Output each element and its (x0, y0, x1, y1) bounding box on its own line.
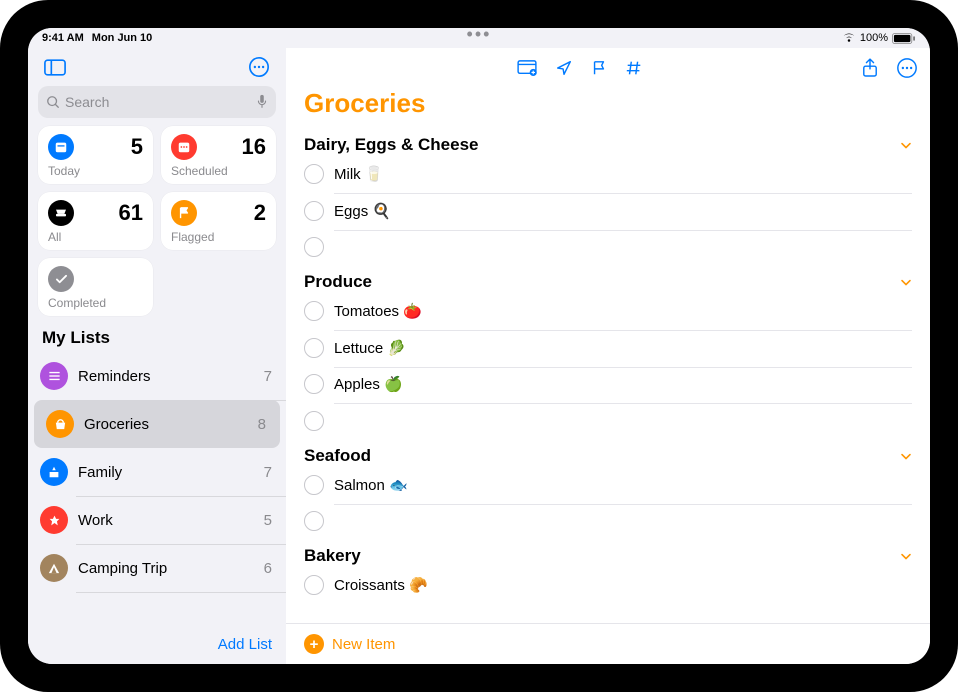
chevron-down-icon[interactable] (900, 448, 912, 464)
battery-icon (892, 33, 916, 44)
calendar-today-icon (48, 134, 74, 160)
smart-list-scheduled[interactable]: 16 Scheduled (161, 126, 276, 184)
complete-toggle[interactable] (304, 164, 324, 184)
section-title: Seafood (304, 446, 371, 466)
chevron-down-icon[interactable] (900, 274, 912, 290)
list-icon (40, 506, 68, 534)
smart-list-completed[interactable]: Completed (38, 258, 153, 316)
reminder-item[interactable]: Milk 🥛 (304, 157, 912, 191)
status-time: 9:41 AM (42, 32, 84, 44)
list-count: 7 (264, 368, 272, 385)
list-name: Work (78, 512, 254, 529)
complete-toggle[interactable] (304, 237, 324, 257)
reminder-text: Apples 🍏 (334, 375, 403, 393)
flag-icon (171, 200, 197, 226)
complete-toggle[interactable] (304, 201, 324, 221)
sidebar-list-camping-trip[interactable]: Camping Trip 6 (28, 544, 286, 592)
device-frame: 9:41 AM Mon Jun 10 ••• 100% Search (0, 0, 958, 692)
list-name: Family (78, 464, 254, 481)
chevron-down-icon[interactable] (900, 137, 912, 153)
section-title: Bakery (304, 546, 361, 566)
search-placeholder: Search (65, 94, 256, 110)
reminder-text: Eggs 🍳 (334, 202, 391, 220)
complete-toggle[interactable] (304, 511, 324, 531)
share-button[interactable] (862, 58, 878, 78)
reminder-item[interactable]: Tomatoes 🍅 (304, 294, 912, 328)
complete-toggle[interactable] (304, 475, 324, 495)
list-icon (40, 458, 68, 486)
sidebar-list-family[interactable]: Family 7 (28, 448, 286, 496)
sidebar-list-groceries[interactable]: Groceries 8 (34, 400, 280, 448)
more-button[interactable] (244, 54, 274, 80)
new-item-button[interactable]: + New Item (286, 623, 930, 664)
sidebar: Search 5 Today 16 Scheduled (28, 48, 286, 664)
flag-button[interactable] (591, 59, 607, 77)
calendar-icon (171, 134, 197, 160)
complete-toggle[interactable] (304, 374, 324, 394)
template-button[interactable] (517, 60, 537, 76)
reminder-item[interactable]: Eggs 🍳 (304, 194, 912, 228)
main-panel: Groceries Dairy, Eggs & Cheese Milk 🥛 Eg… (286, 48, 930, 664)
tray-icon (48, 200, 74, 226)
section-title: Produce (304, 272, 372, 292)
list-name: Groceries (84, 416, 248, 433)
reminder-item[interactable]: Apples 🍏 (304, 367, 912, 401)
plus-circle-icon: + (304, 634, 324, 654)
reminder-item[interactable] (304, 404, 912, 438)
reminder-item[interactable]: Lettuce 🥬 (304, 331, 912, 365)
checkmark-icon (48, 266, 74, 292)
complete-toggle[interactable] (304, 575, 324, 595)
screen: 9:41 AM Mon Jun 10 ••• 100% Search (28, 28, 930, 664)
status-bar: 9:41 AM Mon Jun 10 ••• 100% (28, 28, 930, 48)
reminder-item[interactable]: Croissants 🥐 (304, 568, 912, 602)
section-title: Dairy, Eggs & Cheese (304, 135, 478, 155)
reminder-text: Salmon 🐟 (334, 476, 408, 494)
new-item-label: New Item (332, 636, 395, 653)
search-input[interactable]: Search (38, 86, 276, 118)
add-list-button[interactable]: Add List (218, 636, 272, 653)
list-icon (46, 410, 74, 438)
my-lists: Reminders 7 Groceries 8 Family 7 Work 5 … (28, 352, 286, 626)
reminder-text: Milk 🥛 (334, 165, 384, 183)
list-count: 6 (264, 560, 272, 577)
reminder-text: Lettuce 🥬 (334, 339, 406, 357)
list-count: 5 (264, 512, 272, 529)
more-main-button[interactable] (896, 57, 918, 79)
reminder-text: Tomatoes 🍅 (334, 302, 422, 320)
list-icon (40, 554, 68, 582)
list-title: Groceries (286, 84, 930, 127)
list-icon (40, 362, 68, 390)
toggle-sidebar-button[interactable] (40, 54, 70, 80)
multitasking-dots-icon[interactable]: ••• (467, 28, 492, 45)
reminder-text: Croissants 🥐 (334, 576, 428, 594)
mic-icon[interactable] (256, 94, 268, 110)
location-button[interactable] (555, 59, 573, 77)
list-count: 7 (264, 464, 272, 481)
bezel: 9:41 AM Mon Jun 10 ••• 100% Search (18, 18, 940, 674)
status-date: Mon Jun 10 (92, 32, 153, 44)
sidebar-list-work[interactable]: Work 5 (28, 496, 286, 544)
list-count: 8 (258, 416, 266, 433)
reminder-item[interactable] (304, 230, 912, 264)
reminder-item[interactable]: Salmon 🐟 (304, 468, 912, 502)
wifi-icon (842, 33, 856, 43)
status-battery-pct: 100% (860, 32, 888, 44)
tag-button[interactable] (625, 59, 643, 77)
list-name: Camping Trip (78, 560, 254, 577)
chevron-down-icon[interactable] (900, 548, 912, 564)
complete-toggle[interactable] (304, 411, 324, 431)
sections-container[interactable]: Dairy, Eggs & Cheese Milk 🥛 Eggs 🍳 Produ… (286, 127, 930, 623)
reminder-item[interactable] (304, 504, 912, 538)
sidebar-list-reminders[interactable]: Reminders 7 (28, 352, 286, 400)
search-icon (46, 95, 60, 109)
smart-list-today[interactable]: 5 Today (38, 126, 153, 184)
complete-toggle[interactable] (304, 338, 324, 358)
list-name: Reminders (78, 368, 254, 385)
my-lists-header: My Lists (28, 316, 286, 352)
smart-list-all[interactable]: 61 All (38, 192, 153, 250)
smart-list-flagged[interactable]: 2 Flagged (161, 192, 276, 250)
complete-toggle[interactable] (304, 301, 324, 321)
